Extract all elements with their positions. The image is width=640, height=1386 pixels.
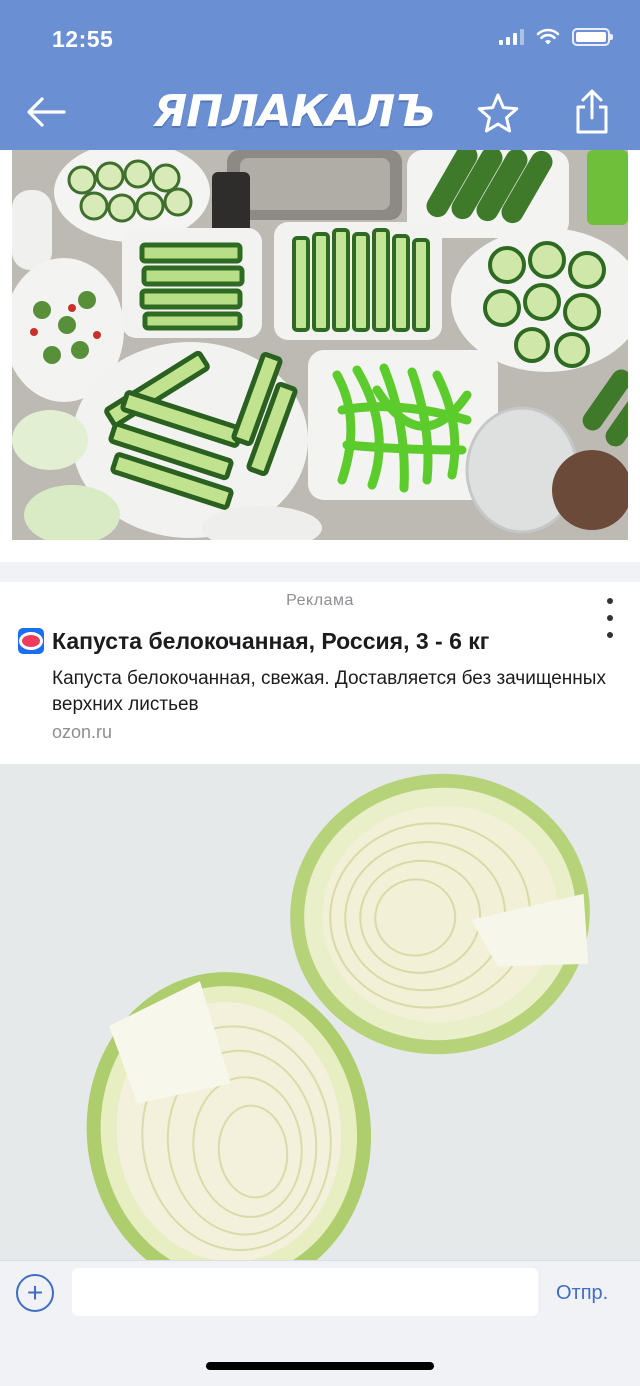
wifi-icon: [536, 28, 560, 45]
comment-input[interactable]: [72, 1268, 538, 1316]
cabbage-image: [0, 764, 640, 1260]
ad-label: Реклама: [286, 592, 354, 609]
favorite-button[interactable]: [472, 88, 524, 140]
ozon-logo-icon: [18, 628, 44, 654]
ad-image[interactable]: [0, 764, 640, 1260]
home-indicator: [206, 1362, 434, 1370]
more-vertical-icon: [607, 598, 613, 604]
post-photo[interactable]: [12, 150, 628, 540]
top-bar: 12:55 ЯПЛАКАЛЪ: [0, 0, 640, 150]
share-button[interactable]: [566, 84, 618, 140]
back-button[interactable]: [22, 90, 70, 134]
status-icons: [499, 28, 613, 46]
status-time: 12:55: [52, 26, 114, 52]
site-logo[interactable]: ЯПЛАКАЛЪ: [134, 84, 454, 138]
battery-icon: [572, 28, 613, 46]
arrow-left-icon: [27, 97, 66, 127]
share-icon: [576, 89, 608, 134]
ad-title[interactable]: Капуста белокочанная, Россия, 3 - 6 кг: [52, 628, 489, 655]
plus-circle-icon: +: [26, 1277, 44, 1308]
ad-domain[interactable]: ozon.ru: [52, 722, 112, 743]
signal-icon: [499, 29, 524, 45]
section-divider: [0, 562, 640, 582]
ad-description: Капуста белокочанная, свежая. Доставляет…: [52, 668, 606, 715]
add-attachment-button[interactable]: +: [16, 1274, 54, 1312]
star-outline-icon: [477, 93, 519, 133]
send-button[interactable]: Отпр.: [556, 1282, 608, 1305]
more-options-button[interactable]: [598, 598, 622, 638]
cucumber-dishes-image: [12, 150, 628, 540]
logo-text: ЯПЛАКАЛЪ: [153, 85, 435, 137]
